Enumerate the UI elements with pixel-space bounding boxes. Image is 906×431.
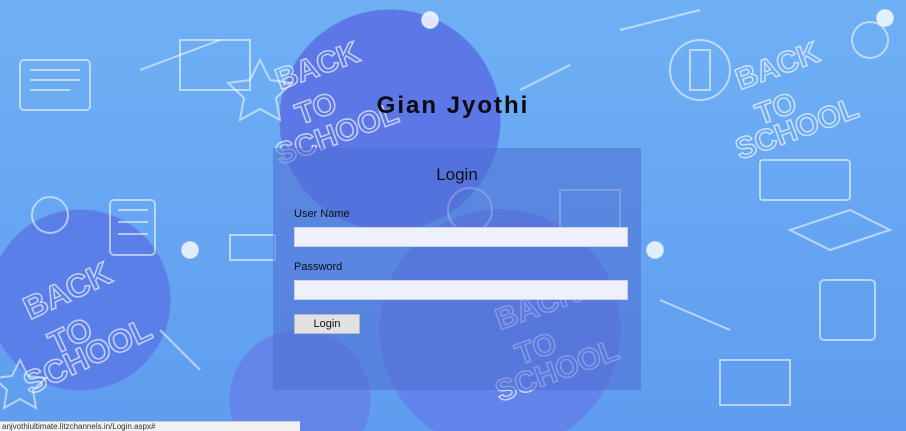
status-bar-url: anjvothiultimate.litzchannels.in/Login.a…	[0, 421, 300, 431]
site-title: Gian Jyothi	[376, 92, 530, 119]
password-input[interactable]	[294, 280, 628, 300]
login-heading: Login	[436, 165, 478, 184]
svg-text:BACK: BACK	[731, 36, 824, 97]
svg-text:BACK: BACK	[271, 36, 364, 97]
username-input[interactable]	[294, 227, 628, 247]
username-label: User Name	[294, 208, 350, 220]
svg-text:BACK: BACK	[18, 255, 117, 327]
login-button[interactable]: Login	[294, 314, 360, 334]
password-label: Password	[294, 261, 343, 273]
login-panel: Login User Name Password Login	[273, 148, 641, 390]
